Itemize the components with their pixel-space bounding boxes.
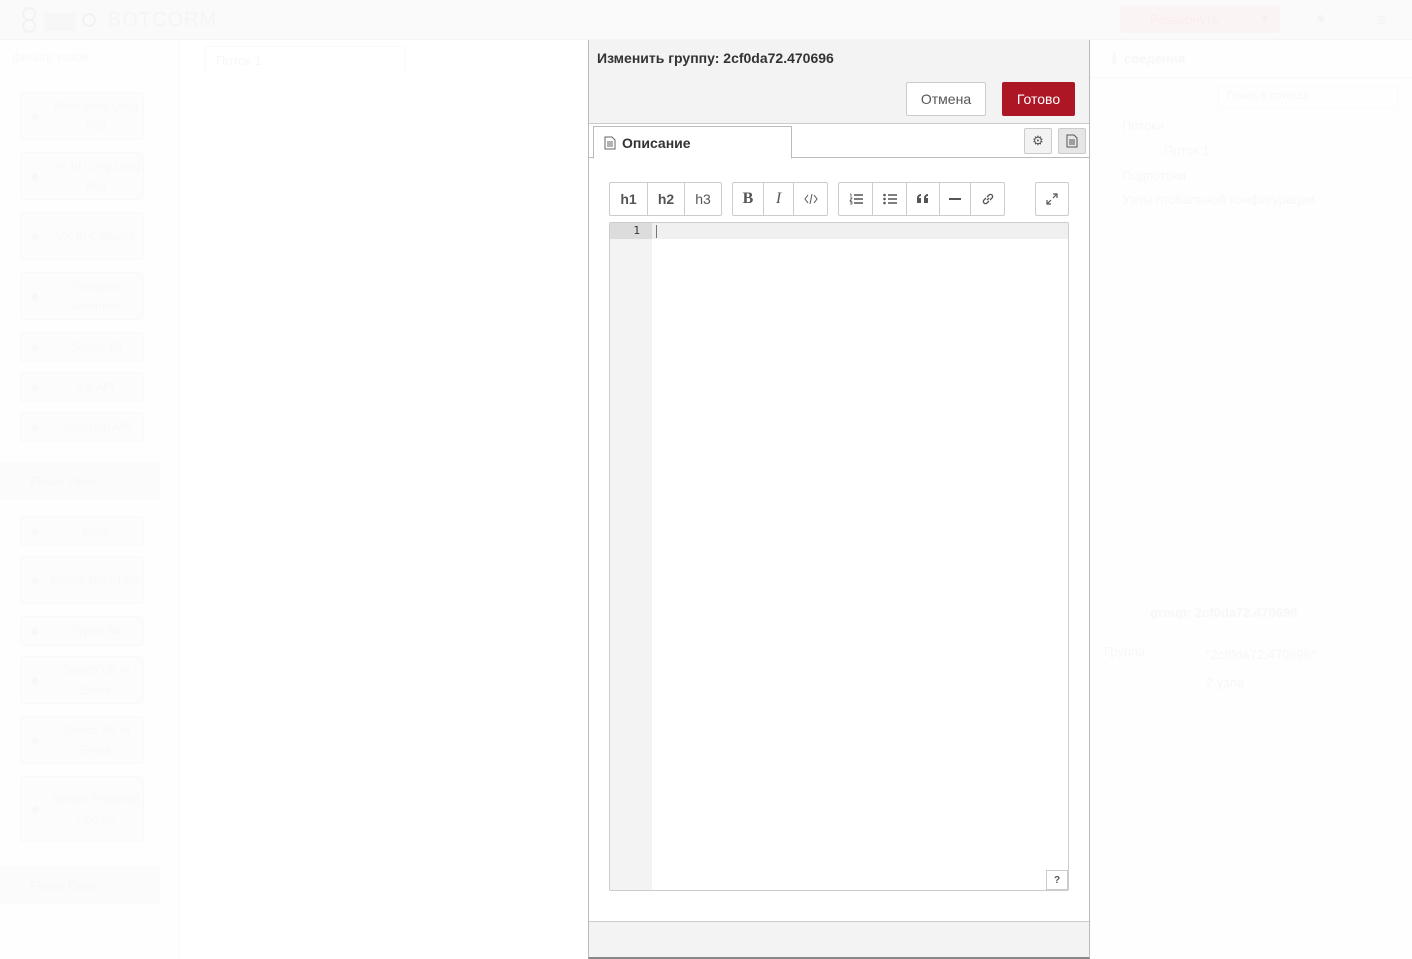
palette-node[interactable]: ◆ Switch Telegram Update bbox=[20, 776, 144, 842]
deploy-button[interactable]: Развернуть ▼ bbox=[1120, 5, 1280, 33]
info-row-value: "2cf0da72.470696" bbox=[1206, 647, 1316, 662]
palette-node[interactable]: ◆ VK In Callback bbox=[20, 212, 144, 260]
user-icon[interactable]: ● bbox=[1316, 10, 1334, 28]
document-icon bbox=[1066, 134, 1078, 148]
tab-description-label: Описание bbox=[622, 134, 691, 151]
description-tab-button[interactable] bbox=[1058, 128, 1086, 154]
menu-icon[interactable]: ≡ bbox=[1376, 10, 1394, 30]
link-icon bbox=[981, 192, 995, 206]
info-row-label: Группа bbox=[1104, 644, 1146, 659]
edit-group-dialog: Изменить группу: 2cf0da72.470696 Отмена … bbox=[588, 40, 1090, 959]
palette-category[interactable]: Flows Flow bbox=[0, 462, 160, 500]
palette-search-input[interactable]: фильтр узлов bbox=[0, 40, 179, 76]
node-icon: ◆ bbox=[30, 109, 40, 123]
active-line bbox=[652, 223, 1068, 239]
node-icon: ◆ bbox=[30, 420, 40, 434]
workspace: Поток 1 bbox=[181, 40, 589, 959]
expand-icon bbox=[1046, 193, 1058, 205]
node-icon: ◆ bbox=[30, 340, 40, 354]
link-button[interactable] bbox=[971, 183, 1004, 215]
node-palette: фильтр узлов ◆ Write Bots Long Poll ◆ VK I… bbox=[0, 40, 180, 959]
dialog-footer bbox=[589, 921, 1089, 957]
palette-node[interactable]: ◆ Server IO bbox=[20, 332, 144, 362]
tree-global-config[interactable]: Узлы глобальной конфигурации bbox=[1122, 192, 1315, 207]
line-number: 1 bbox=[610, 223, 652, 239]
h1-button[interactable]: h1 bbox=[610, 183, 648, 215]
info-icon: ℹ bbox=[1112, 50, 1125, 66]
code-button[interactable] bbox=[794, 183, 827, 215]
bold-button[interactable]: B bbox=[733, 183, 764, 215]
node-icon: ◆ bbox=[30, 573, 40, 587]
palette-category[interactable]: Flows Data bbox=[0, 866, 160, 904]
dialog-tabbar: Описание ⚙ bbox=[589, 124, 1089, 159]
palette-node[interactable]: ◆ VK In Long Long Poll bbox=[20, 152, 144, 200]
palette-node[interactable]: ◆ Telegram Webhook bbox=[20, 272, 144, 320]
blockquote-button[interactable] bbox=[907, 183, 940, 215]
palette-node[interactable]: ◆ Data bbox=[20, 516, 144, 546]
sidebar-tabbar: ℹ сведения bbox=[1090, 40, 1412, 78]
chevron-down-icon: ▼ bbox=[1260, 14, 1270, 25]
dialog-button-bar: Отмена Готово bbox=[589, 76, 1089, 124]
cancel-button[interactable]: Отмена bbox=[906, 82, 986, 116]
deploy-label: Развернуть bbox=[1150, 11, 1219, 27]
tab-flow-1[interactable]: Поток 1 bbox=[205, 46, 405, 72]
node-icon: ◆ bbox=[30, 289, 40, 303]
h3-button[interactable]: h3 bbox=[685, 183, 721, 215]
info-sidebar: ℹ сведения Поиск в потоках Потоки Поток … bbox=[1090, 40, 1412, 959]
format-group: B I bbox=[732, 182, 828, 216]
italic-button[interactable]: I bbox=[764, 183, 794, 215]
palette-node[interactable]: ◆ VK API bbox=[20, 372, 144, 402]
node-icon: ◆ bbox=[30, 802, 40, 816]
node-icon: ◆ bbox=[30, 733, 40, 747]
tree-subflows[interactable]: Подпотоки bbox=[1122, 168, 1186, 183]
horizontal-rule-button[interactable] bbox=[940, 183, 971, 215]
gear-icon: ⚙ bbox=[1032, 133, 1044, 148]
text-cursor bbox=[656, 225, 657, 238]
ordered-list-icon bbox=[848, 193, 863, 205]
info-title: group: 2cf0da72.470696 bbox=[1150, 605, 1298, 620]
header-bar: BOTCORM Развернуть ▼ ● ≡ bbox=[0, 0, 1412, 40]
logo: BOTCORM bbox=[22, 6, 217, 34]
node-icon: ◆ bbox=[30, 624, 40, 638]
heading-group: h1 h2 h3 bbox=[609, 182, 722, 216]
logo-icon bbox=[22, 7, 100, 33]
editor-gutter bbox=[610, 223, 652, 890]
h2-button[interactable]: h2 bbox=[648, 183, 685, 215]
expand-button[interactable] bbox=[1036, 183, 1068, 215]
sidebar-search-input[interactable]: Поиск в потоках bbox=[1218, 86, 1398, 108]
document-icon bbox=[604, 136, 616, 150]
done-button[interactable]: Готово bbox=[1002, 82, 1075, 116]
palette-node[interactable]: ◆ Switch VK to Event bbox=[20, 716, 144, 764]
sidebar-tab-info[interactable]: сведения bbox=[1124, 51, 1185, 66]
info-row-sub: 2 узла bbox=[1206, 675, 1244, 690]
block-group bbox=[838, 182, 1005, 216]
node-icon: ◆ bbox=[30, 673, 40, 687]
help-button[interactable]: ? bbox=[1046, 870, 1068, 890]
quote-icon bbox=[917, 194, 929, 204]
node-icon: ◆ bbox=[30, 524, 40, 538]
bullet-list-button[interactable] bbox=[873, 183, 907, 215]
ordered-list-button[interactable] bbox=[839, 183, 873, 215]
palette-node[interactable]: ◆ Write Bots Long Poll bbox=[20, 92, 144, 140]
node-icon: ◆ bbox=[30, 380, 40, 394]
node-icon: ◆ bbox=[30, 169, 40, 183]
markdown-toolbar: h1 h2 h3 B I bbox=[609, 182, 1069, 216]
bullet-list-icon bbox=[882, 193, 897, 205]
app-root: BOTCORM Развернуть ▼ ● ≡ фильтр узлов ◆ W… bbox=[0, 0, 1412, 959]
logo-text: BOTCORM bbox=[108, 8, 218, 31]
palette-node[interactable]: ◆ Types 64 bbox=[20, 616, 144, 646]
palette-node[interactable]: ◆ Switch VK In Event bbox=[20, 656, 144, 704]
tab-description[interactable]: Описание bbox=[593, 126, 792, 159]
expand-group bbox=[1035, 182, 1069, 216]
tree-flow-item[interactable]: Поток 1 bbox=[1164, 143, 1210, 158]
tree-flows[interactable]: Потоки bbox=[1122, 118, 1164, 133]
horizontal-rule-icon bbox=[949, 197, 961, 201]
code-icon bbox=[803, 194, 818, 204]
markdown-editor[interactable]: 1 ? bbox=[609, 222, 1069, 891]
settings-tab-button[interactable]: ⚙ bbox=[1024, 128, 1052, 154]
palette-node[interactable]: ◆ Switch Bots Type bbox=[20, 556, 144, 604]
palette-node[interactable]: ◆ Telegram API bbox=[20, 412, 144, 442]
dialog-title: Изменить группу: 2cf0da72.470696 bbox=[589, 40, 1089, 76]
node-icon: ◆ bbox=[30, 229, 40, 243]
